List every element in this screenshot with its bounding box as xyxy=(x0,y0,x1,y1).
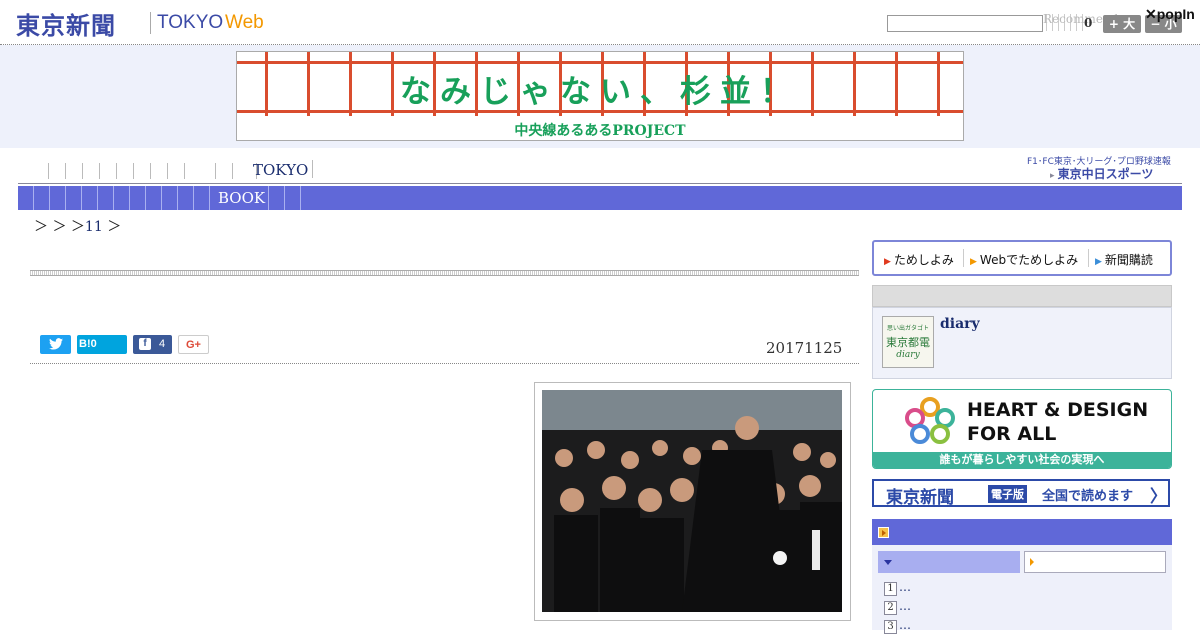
close-icon[interactable]: ✕ xyxy=(1145,6,1157,22)
tameshi-yomi-label: ためしよみ xyxy=(893,253,954,267)
nav-item[interactable] xyxy=(134,162,151,179)
ranking-arrow-icon xyxy=(878,527,889,538)
ranking-item[interactable]: 1… xyxy=(884,580,911,596)
nav-divider-line xyxy=(18,183,1182,184)
nav-item[interactable] xyxy=(284,186,285,210)
rank-number: 2 xyxy=(884,601,897,615)
rank-number: 1 xyxy=(884,582,897,596)
heart-design-subtitle: FOR ALL xyxy=(967,423,1057,445)
breadcrumb-sep: ＞ xyxy=(34,219,48,235)
ad-subtitle: 中央線あるあるPROJECT xyxy=(514,123,686,139)
subscribe-label: 新聞購読 xyxy=(1104,253,1153,267)
diary-thumb-title: 東京都電 xyxy=(886,336,930,349)
link-divider xyxy=(1088,249,1089,267)
diary-link[interactable]: diary xyxy=(940,316,980,332)
ranking-item[interactable]: 3… xyxy=(884,618,911,634)
subscribe-link[interactable]: ▶ 新聞購読 xyxy=(1095,251,1153,268)
nav-item[interactable] xyxy=(151,162,168,179)
nav-item-tokyo[interactable]: TOKYO xyxy=(253,161,308,179)
heart-design-caption: 誰もが暮らしやすい社会の実現へ xyxy=(873,452,1171,468)
photo-crowd-illustration xyxy=(542,390,842,612)
breadcrumb-sep: ＞ xyxy=(70,219,85,235)
date-rule xyxy=(30,363,859,365)
search-input[interactable] xyxy=(887,15,1043,32)
digital-edition-banner[interactable]: 東京新聞 電子版 全国で読めます 〉 xyxy=(872,479,1170,508)
triangle-right-icon: ▶ xyxy=(970,257,977,267)
diary-box-header xyxy=(872,285,1172,307)
web-tameshi-yomi-label: Webでためしよみ xyxy=(979,253,1079,267)
nav-divider xyxy=(312,160,313,178)
nav-item[interactable] xyxy=(49,162,66,179)
heart-design-banner[interactable]: HEART & DESIGN FOR ALL 誰もが暮らしやすい社会の実現へ xyxy=(872,389,1172,469)
font-size-large-button[interactable]: + 大 xyxy=(1103,15,1141,33)
ranking-tab[interactable] xyxy=(1024,551,1166,573)
web-tameshi-yomi-link[interactable]: ▶ Webでためしよみ xyxy=(970,251,1078,268)
logo-divider xyxy=(150,12,151,34)
hatena-bookmark-button[interactable]: B!0 xyxy=(77,335,127,354)
chunichi-sports-label: 東京中日スポーツ xyxy=(1057,167,1154,181)
ranking-header xyxy=(872,519,1172,545)
ad-banner[interactable]: なみじゃない、杉並！ 中央線あるあるPROJECT xyxy=(236,51,964,141)
popin-logo[interactable]: ✕popIn xyxy=(1145,6,1195,23)
digital-edition-logo: 東京新聞 xyxy=(886,488,954,508)
facebook-share-button[interactable]: f4 xyxy=(133,335,172,354)
twitter-share-button[interactable] xyxy=(40,335,71,354)
popin-logo-text: popIn xyxy=(1156,6,1195,22)
diary-thumb-caption: 思い出ガタゴト xyxy=(886,325,929,332)
digital-edition-tag: 電子版 xyxy=(988,485,1027,503)
nav-item[interactable] xyxy=(32,162,49,179)
ranking-item[interactable]: 2… xyxy=(884,599,911,615)
ranking-item-text: … xyxy=(899,599,911,613)
digital-edition-text: 全国で読めます xyxy=(1042,489,1134,504)
chevron-right-icon: 〉 xyxy=(1150,487,1167,507)
logo-web-text[interactable]: Web xyxy=(225,12,264,34)
breadcrumb: ＞ ＞ ＞11 ＞ xyxy=(34,216,121,236)
headline-rule xyxy=(30,270,859,276)
article-date: 20171125 xyxy=(766,339,843,357)
chevron-right-icon: ▸ xyxy=(1050,171,1058,181)
nav-item[interactable] xyxy=(100,162,117,179)
twitter-bird-icon xyxy=(48,338,63,350)
link-divider xyxy=(963,249,964,267)
triangle-right-icon: ▶ xyxy=(1095,257,1102,267)
nav-item-book[interactable]: BOOK xyxy=(218,189,265,207)
tameshi-yomi-link[interactable]: ▶ ためしよみ xyxy=(884,251,954,268)
site-logo[interactable]: 東京新聞 xyxy=(16,6,116,41)
breadcrumb-sep: ＞ xyxy=(107,219,122,235)
article-photo[interactable] xyxy=(542,390,842,612)
breadcrumb-link[interactable]: 11 xyxy=(85,219,103,235)
secondary-nav-items[interactable] xyxy=(18,186,210,210)
nav-item[interactable] xyxy=(268,186,269,210)
heart-design-title: HEART & DESIGN xyxy=(967,399,1149,421)
hatena-count: 0 xyxy=(90,338,97,350)
ranking-tab-active[interactable] xyxy=(878,551,1020,573)
triangle-right-icon: ▶ xyxy=(884,257,891,267)
ad-title: なみじゃない、杉並！ xyxy=(400,74,800,110)
recommend-count: 0 xyxy=(1084,16,1093,30)
diary-thumb-sub: diary xyxy=(896,350,920,360)
nav-item[interactable] xyxy=(185,162,216,179)
google-plus-button[interactable]: G+ xyxy=(178,335,209,354)
tameshi-yomi-box: ▶ ためしよみ ▶ Webでためしよみ ▶ 新聞購読 xyxy=(872,240,1172,276)
breadcrumb-sep: ＞ xyxy=(52,219,67,235)
diary-thumbnail[interactable]: 思い出ガタゴト 東京都電 diary xyxy=(882,316,934,368)
nav-item[interactable] xyxy=(117,162,134,179)
nav-item[interactable] xyxy=(168,162,185,179)
ranking-item-text: … xyxy=(899,580,911,594)
hatena-icon: B! xyxy=(79,338,91,350)
logo-tokyo-text[interactable]: TOKYO xyxy=(157,12,223,34)
heart-design-logo-icon xyxy=(905,397,955,444)
nav-item[interactable] xyxy=(216,162,233,179)
nav-item[interactable] xyxy=(83,162,100,179)
primary-nav xyxy=(32,160,257,179)
facebook-icon: f xyxy=(139,338,151,351)
rank-number: 3 xyxy=(884,620,897,634)
facebook-count: 4 xyxy=(159,338,166,350)
nav-item[interactable] xyxy=(300,186,301,210)
nav-item[interactable] xyxy=(66,162,83,179)
chunichi-sports-link[interactable]: ▸ 東京中日スポーツ xyxy=(1050,165,1153,182)
